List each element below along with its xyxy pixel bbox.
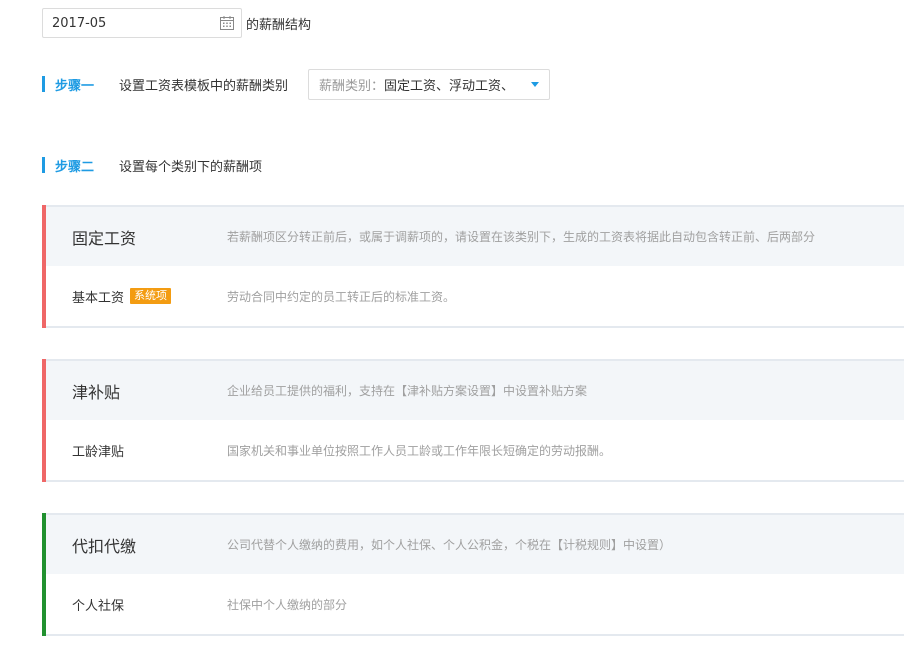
category-fixed-salary: 固定工资 若薪酬项区分转正前后，或属于调薪项的，请设置在该类别下，生成的工资表将… [42, 205, 904, 328]
salary-item-row[interactable]: 工龄津贴 国家机关和事业单位按照工作人员工龄或工作年限长短确定的劳动报酬。 [46, 420, 904, 480]
salary-item-row[interactable]: 个人社保 社保中个人缴纳的部分 [46, 574, 904, 634]
step-two-text: 设置每个类别下的薪酬项 [119, 159, 263, 175]
salary-category-select-text: 薪酬类别：固定工资、浮动工资、 [319, 75, 514, 94]
caret-down-icon[interactable] [531, 81, 540, 87]
category-title: 固定工资 [72, 228, 137, 248]
category-title: 代扣代缴 [72, 536, 137, 556]
category-description: 公司代替个人缴纳的费用，如个人社保、个人公积金，个税在【计税规则】中设置） [227, 538, 672, 552]
step-two-label: 步骤二 [55, 159, 95, 175]
system-item-badge: 系统项 [130, 288, 172, 304]
step-one-label: 步骤一 [55, 78, 95, 94]
category-description: 若薪酬项区分转正前后，或属于调薪项的，请设置在该类别下，生成的工资表将据此自动包… [227, 230, 816, 244]
salary-item-description: 国家机关和事业单位按照工作人员工龄或工作年限长短确定的劳动报酬。 [227, 443, 612, 458]
month-picker-value: 2017-05 [52, 15, 107, 31]
category-header: 津补贴 企业给员工提供的福利，支持在【津补贴方案设置】中设置补贴方案 [46, 359, 904, 420]
period-row: 2017-05 的薪酬结构 [42, 8, 311, 38]
salary-item-description: 劳动合同中约定的员工转正后的标准工资。 [227, 289, 456, 304]
select-value: 固定工资、浮动工资、 [384, 78, 515, 94]
month-picker-input[interactable]: 2017-05 [42, 8, 242, 38]
salary-category-select[interactable]: 薪酬类别：固定工资、浮动工资、 [308, 68, 551, 100]
category-withholding: 代扣代缴 公司代替个人缴纳的费用，如个人社保、个人公积金，个税在【计税规则】中设… [42, 513, 904, 636]
period-suffix: 的薪酬结构 [246, 17, 312, 33]
category-title: 津补贴 [72, 382, 121, 402]
select-prefix: 薪酬类别： [319, 78, 385, 94]
category-header: 代扣代缴 公司代替个人缴纳的费用，如个人社保、个人公积金，个税在【计税规则】中设… [46, 513, 904, 574]
category-header: 固定工资 若薪酬项区分转正前后，或属于调薪项的，请设置在该类别下，生成的工资表将… [46, 205, 904, 266]
salary-item-name: 工龄津贴 [72, 444, 125, 460]
category-allowance: 津补贴 企业给员工提供的福利，支持在【津补贴方案设置】中设置补贴方案 工龄津贴 … [42, 359, 904, 482]
step-one-marker [42, 76, 45, 92]
salary-item-row[interactable]: 基本工资 系统项 劳动合同中约定的员工转正后的标准工资。 [46, 266, 904, 326]
step-two: 步骤二 设置每个类别下的薪酬项 [42, 155, 262, 175]
calendar-icon[interactable] [219, 15, 235, 31]
step-one: 步骤一 设置工资表模板中的薪酬类别 薪酬类别：固定工资、浮动工资、 [42, 68, 551, 100]
salary-item-name: 个人社保 [72, 598, 125, 614]
salary-item-name: 基本工资 [72, 290, 125, 306]
category-description: 企业给员工提供的福利，支持在【津补贴方案设置】中设置补贴方案 [227, 384, 588, 398]
step-one-text: 设置工资表模板中的薪酬类别 [119, 78, 289, 94]
salary-item-description: 社保中个人缴纳的部分 [227, 597, 348, 612]
step-two-marker [42, 157, 45, 173]
